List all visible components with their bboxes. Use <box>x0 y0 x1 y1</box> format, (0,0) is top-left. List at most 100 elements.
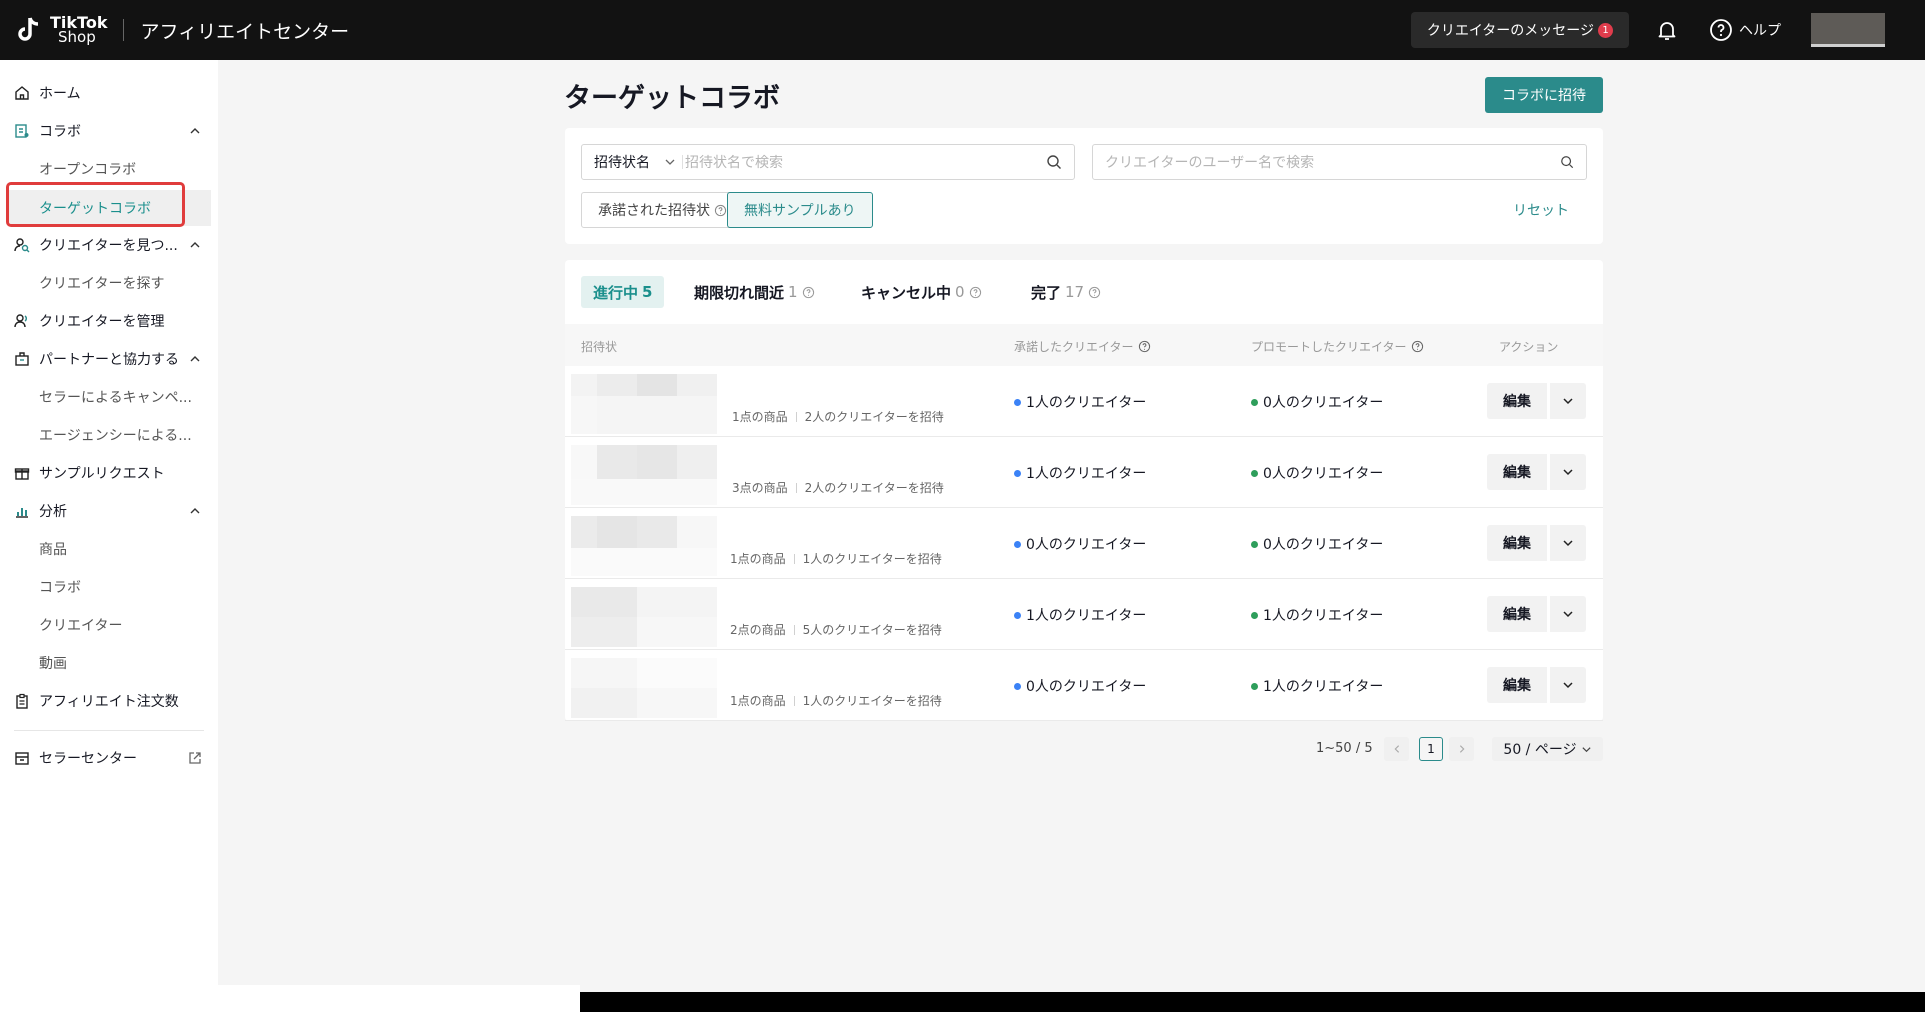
accepted-creators: 0人のクリエイター <box>1014 676 1146 696</box>
sidebar-item-find-creators[interactable]: クリエイターを見つ... <box>0 230 218 260</box>
question-icon <box>1411 340 1423 353</box>
tiktok-shop-logo[interactable]: TikTok Shop <box>14 15 107 45</box>
sidebar-item-collab[interactable]: コラボ <box>0 116 218 146</box>
invitation-meta: 2点の商品 5人のクリエイターを招待 <box>730 621 942 638</box>
sidebar-item-creators[interactable]: クリエイター <box>0 610 218 640</box>
invited-count: 5人のクリエイターを招待 <box>802 623 942 637</box>
search-icon[interactable] <box>1560 155 1574 169</box>
creator-messages-button[interactable]: クリエイターのメッセージ 1 <box>1410 12 1629 48</box>
status-dot <box>1251 398 1258 406</box>
sidebar-item-search-creators[interactable]: クリエイターを探す <box>0 268 218 298</box>
sidebar-item-open-collab[interactable]: オープンコラボ <box>0 154 218 184</box>
chevron-down-icon <box>1563 469 1573 476</box>
table-row[interactable]: 2点の商品 5人のクリエイターを招待 1人のクリエイター 1人のクリエイター 編集 <box>565 579 1603 650</box>
sidebar-item-agency[interactable]: エージェンシーによる... <box>0 420 218 450</box>
question-icon <box>802 286 814 298</box>
edit-button[interactable]: 編集 <box>1487 667 1547 703</box>
edit-button[interactable]: 編集 <box>1487 383 1547 419</box>
tab-completed[interactable]: 完了 17 <box>1031 276 1101 308</box>
sidebar-item-label: コラボ <box>39 580 81 596</box>
sidebar-item-seller-campaigns[interactable]: セラーによるキャンペ... <box>0 382 218 412</box>
bell-icon[interactable] <box>1655 18 1679 42</box>
table-row[interactable]: 1点の商品 2人のクリエイターを招待 1人のクリエイター 0人のクリエイター 編集 <box>565 366 1603 437</box>
sidebar-item-label: サンプルリクエスト <box>39 466 165 482</box>
footer-area <box>0 985 580 1012</box>
table-row[interactable]: 3点の商品 2人のクリエイターを招待 1人のクリエイター 0人のクリエイター 編集 <box>565 437 1603 508</box>
sidebar-item-products[interactable]: 商品 <box>0 534 218 564</box>
tab-in-progress[interactable]: 進行中 5 <box>581 276 665 308</box>
reset-button[interactable]: リセット <box>1513 200 1569 220</box>
product-thumbnail <box>571 445 731 505</box>
chevron-down-icon <box>1563 611 1573 618</box>
sidebar-item-label: オープンコラボ <box>39 162 137 178</box>
sidebar-item-label: セラーによるキャンペ... <box>39 390 192 406</box>
sidebar-item-seller-center[interactable]: セラーセンター <box>0 743 218 773</box>
select-separator <box>682 155 683 169</box>
tab-expiring-soon[interactable]: 期限切れ間近 1 <box>694 276 815 308</box>
status-dot <box>1014 682 1021 690</box>
edit-button[interactable]: 編集 <box>1487 454 1547 490</box>
column-header-label: 承諾したクリエイター <box>1014 340 1134 354</box>
status-dot <box>1014 469 1021 477</box>
more-actions-button[interactable] <box>1550 667 1586 703</box>
more-actions-button[interactable] <box>1550 525 1586 561</box>
page-size-select[interactable]: 50 / ページ <box>1492 737 1603 761</box>
table-row[interactable]: 1点の商品 1人のクリエイターを招待 0人のクリエイター 0人のクリエイター 編集 <box>565 508 1603 579</box>
sidebar-item-manage-creators[interactable]: クリエイターを管理 <box>0 306 218 336</box>
sidebar-item-collab-analytics[interactable]: コラボ <box>0 572 218 602</box>
status-dot <box>1014 398 1021 406</box>
table-row[interactable]: 1点の商品 1人のクリエイターを招待 0人のクリエイター 1人のクリエイター 編集 <box>565 650 1603 721</box>
partner-icon <box>15 352 29 366</box>
accepted-invitations-chip[interactable]: 承諾された招待状 <box>581 192 744 228</box>
meta-separator <box>795 482 797 493</box>
tiktok-logo-icon <box>18 17 39 41</box>
accepted-creators: 1人のクリエイター <box>1014 463 1146 483</box>
external-link-icon <box>189 752 201 764</box>
free-sample-chip[interactable]: 無料サンプルあり <box>727 192 873 228</box>
invite-collab-button[interactable]: コラボに招待 <box>1485 77 1603 113</box>
more-actions-button[interactable] <box>1550 383 1586 419</box>
column-header-label: 招待状 <box>581 340 618 354</box>
promoted-creators-label: 0人のクリエイター <box>1263 395 1384 411</box>
avatar[interactable] <box>1811 13 1885 47</box>
chevron-down-icon <box>1581 746 1591 752</box>
more-actions-button[interactable] <box>1550 454 1586 490</box>
help-button[interactable]: ヘルプ <box>1709 18 1781 42</box>
product-count: 1点の商品 <box>730 552 786 566</box>
prev-page-button[interactable] <box>1384 737 1409 761</box>
sidebar-item-affiliate-orders[interactable]: アフィリエイト注文数 <box>0 686 218 716</box>
chevron-down-icon <box>665 159 675 165</box>
meta-separator <box>793 624 795 635</box>
invitation-type-select[interactable]: 招待状名 <box>594 152 650 172</box>
more-actions-button[interactable] <box>1550 596 1586 632</box>
current-page[interactable]: 1 <box>1419 737 1443 761</box>
tab-cancelling[interactable]: キャンセル中 0 <box>861 276 982 308</box>
promoted-creators: 1人のクリエイター <box>1251 676 1383 696</box>
manage-creators-icon <box>14 314 27 328</box>
next-page-button[interactable] <box>1449 737 1474 761</box>
status-dot <box>1014 540 1021 548</box>
tab-count: 17 <box>1065 283 1085 301</box>
sidebar-item-sample-requests[interactable]: サンプルリクエスト <box>0 458 218 488</box>
chevron-up-icon <box>190 508 200 514</box>
edit-button[interactable]: 編集 <box>1487 596 1547 632</box>
sidebar-item-home[interactable]: ホーム <box>0 78 218 108</box>
search-icon[interactable] <box>1046 154 1062 170</box>
sidebar-divider <box>14 730 204 731</box>
creator-search-field[interactable]: クリエイターのユーザー名で検索 <box>1092 144 1587 180</box>
home-icon <box>15 86 29 100</box>
status-dot <box>1251 469 1258 477</box>
creator-search-input[interactable]: クリエイターのユーザー名で検索 <box>1105 152 1560 172</box>
accepted-creators-label: 0人のクリエイター <box>1026 679 1147 695</box>
edit-button[interactable]: 編集 <box>1487 525 1547 561</box>
messages-count-badge: 1 <box>1598 22 1613 38</box>
sidebar-item-label: クリエイターを見つ... <box>39 238 178 254</box>
invited-count: 1人のクリエイターを招待 <box>802 552 942 566</box>
sidebar-item-analytics[interactable]: 分析 <box>0 496 218 526</box>
accepted-creators: 1人のクリエイター <box>1014 605 1146 625</box>
sidebar-item-videos[interactable]: 動画 <box>0 648 218 678</box>
status-dot <box>1251 540 1258 548</box>
sidebar-item-partners[interactable]: パートナーと協力する <box>0 344 218 374</box>
invitation-search-field[interactable]: 招待状名 招待状名で検索 <box>581 144 1075 180</box>
invitation-search-input[interactable]: 招待状名で検索 <box>685 152 1046 172</box>
